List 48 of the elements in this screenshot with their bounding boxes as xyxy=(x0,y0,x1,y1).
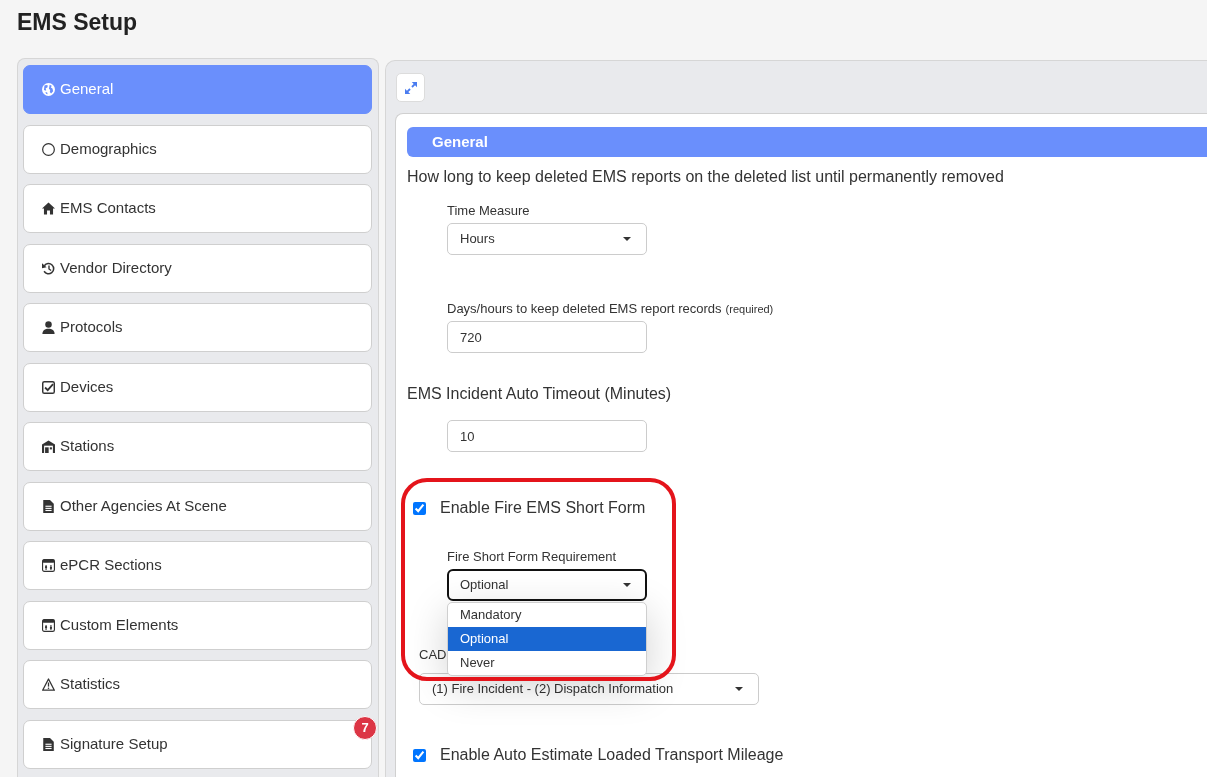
page-title: EMS Setup xyxy=(17,8,139,36)
section-header: General xyxy=(407,127,1207,157)
check-square-icon xyxy=(42,380,55,394)
field-label: CAD xyxy=(419,647,447,663)
sidebar-item[interactable]: Statistics xyxy=(23,660,372,709)
globe-icon xyxy=(42,83,55,96)
checkbox[interactable] xyxy=(413,748,426,762)
document-icon xyxy=(42,499,55,513)
home-icon xyxy=(42,202,55,215)
sidebar-item[interactable]: Vendor Directory xyxy=(23,243,372,293)
description-text: How long to keep deleted EMS reports on the deleted list until permanently removed xyxy=(407,167,1005,187)
notification-badge: 7 xyxy=(353,715,377,740)
sidebar-item[interactable]: Protocols xyxy=(23,303,372,352)
expand-icon xyxy=(404,81,417,94)
caret-icon xyxy=(623,237,631,241)
document-icon xyxy=(42,737,55,751)
dropdown-option[interactable]: Optional xyxy=(448,627,646,651)
description-text: EMS Incident Auto Timeout (Minutes) xyxy=(407,384,673,404)
text-input[interactable]: 720 xyxy=(447,321,647,353)
field-label: Time Measure xyxy=(447,203,530,219)
caret-icon xyxy=(623,583,631,587)
user-icon xyxy=(42,321,55,334)
checkbox-label: Enable Auto Estimate Loaded Transport Mileage xyxy=(440,745,784,765)
dropdown-option[interactable]: Never xyxy=(448,651,646,675)
field-label: Fire Short Form Requirement xyxy=(447,549,617,565)
sidebar-item[interactable]: Demographics xyxy=(23,124,372,174)
sidebar-item[interactable]: EMS Contacts xyxy=(23,184,372,233)
history-icon xyxy=(42,261,55,275)
circle-icon xyxy=(42,142,55,156)
warning-icon xyxy=(42,678,55,691)
required-note: (required) xyxy=(725,302,774,317)
calendar-icon xyxy=(42,618,55,632)
checkbox-label: Enable Fire EMS Short Form xyxy=(440,498,646,518)
sidebar-item[interactable]: Devices xyxy=(23,362,372,412)
caret-icon xyxy=(735,687,743,691)
expand-button[interactable] xyxy=(396,73,425,102)
sidebar-item[interactable]: Custom Elements xyxy=(23,600,372,650)
checkbox[interactable] xyxy=(413,501,426,515)
dropdown-field[interactable]: Optional xyxy=(447,569,647,601)
warehouse-icon xyxy=(42,440,55,453)
field-label: Days/hours to keep deleted EMS report records xyxy=(447,301,722,317)
sidebar-item[interactable]: ePCR Sections xyxy=(23,541,372,590)
dropdown-field[interactable]: Hours xyxy=(447,223,647,255)
sidebar-item[interactable]: Stations xyxy=(23,422,372,471)
calendar-icon xyxy=(42,559,55,572)
sidebar-item[interactable]: Other Agencies At Scene xyxy=(23,481,372,531)
text-input[interactable]: 10 xyxy=(447,420,647,452)
dropdown-option[interactable]: Mandatory xyxy=(448,603,646,627)
